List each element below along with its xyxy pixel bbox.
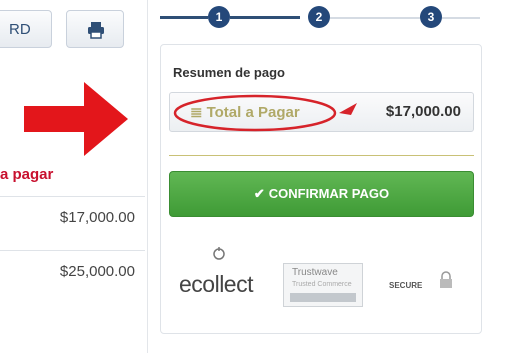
step-line-done [230,16,300,19]
step-line-pending [330,17,420,19]
step-progress: 1 2 3 [160,0,480,36]
partial-button-label: RD [9,21,31,38]
payment-summary-card: Resumen de pago ≣ Total a Pagar $17,000.0… [160,44,482,334]
security-logos: ecollect Trustwave Trusted Commerce SECU… [171,245,471,315]
highlight-ellipse [173,94,357,132]
secure-logo: SECURE [389,281,423,290]
amount-value: $25,000.00 [59,263,135,280]
ecollect-logo: ecollect [179,271,253,297]
ecollect-mark-icon [213,247,225,260]
confirm-payment-button[interactable]: ✔ CONFIRMAR PAGO [169,171,474,217]
step-2: 2 [308,6,330,28]
trustwave-name: Trustwave [292,267,338,278]
separator [169,155,474,156]
red-arrow-icon [24,82,128,156]
step-3: 3 [420,6,442,28]
step-line-pending [442,17,480,19]
check-circle-icon: ✔ [253,186,265,201]
amount-row: $17,000.00 [0,196,145,241]
left-panel: RD a pagar $17,000.00 $25,000.00 [0,0,148,353]
trustwave-bar [290,293,356,302]
lock-icon [440,271,452,288]
trustwave-sub: Trusted Commerce [292,281,352,288]
partial-button[interactable]: RD [0,10,52,48]
printer-icon [88,22,104,39]
amount-value: $17,000.00 [59,209,135,226]
pagar-label: a pagar [0,166,54,183]
summary-title: Resumen de pago [173,65,285,80]
step-1: 1 [208,6,230,28]
confirm-label: CONFIRMAR PAGO [268,186,390,201]
amount-row: $25,000.00 [0,250,145,295]
trustwave-badge: Trustwave Trusted Commerce [283,263,363,307]
print-button[interactable] [66,10,124,48]
panel-divider [147,0,148,353]
total-value: $17,000.00 [385,103,461,120]
step-line-done [160,16,208,19]
